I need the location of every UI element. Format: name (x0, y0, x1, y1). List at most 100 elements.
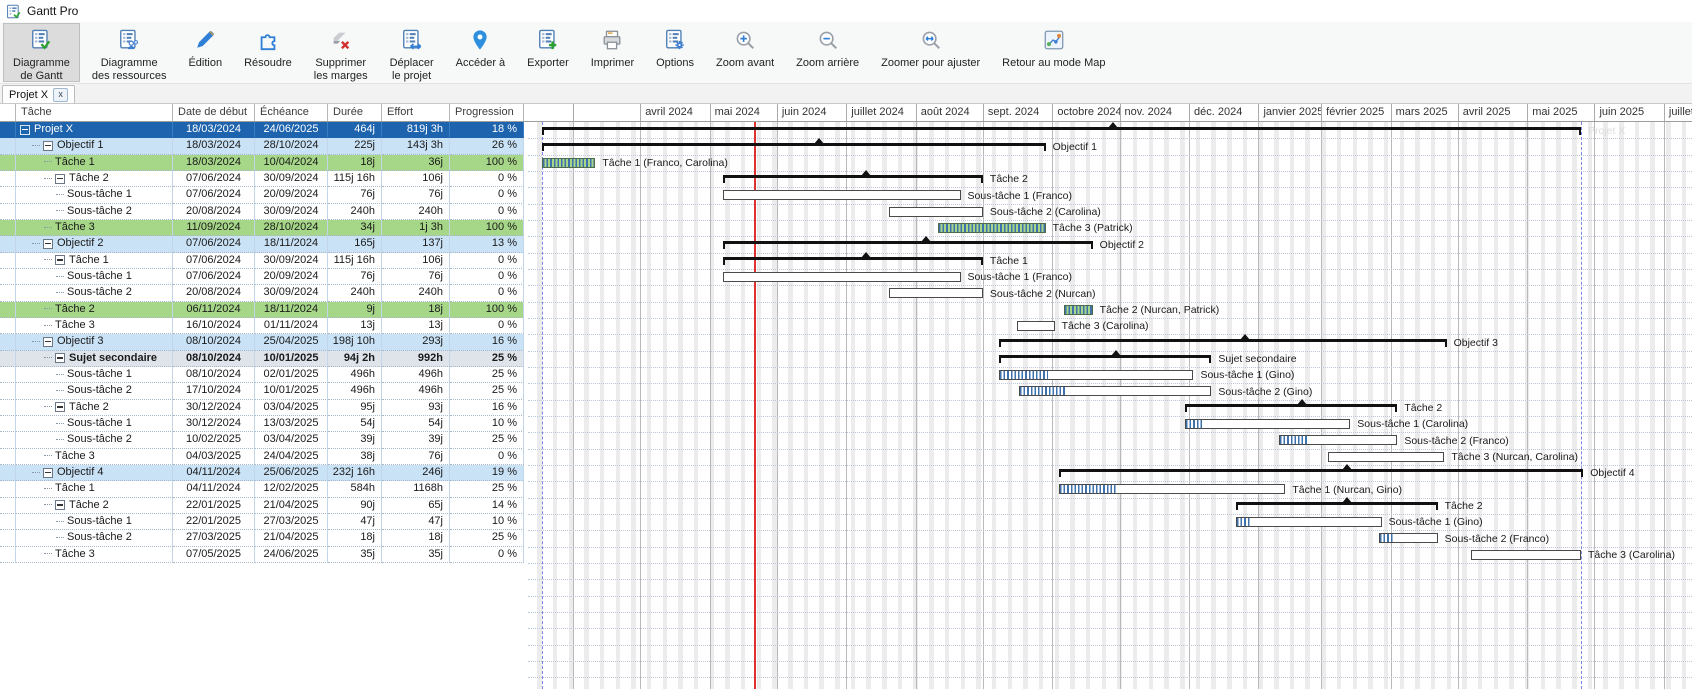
collapse-icon[interactable] (43, 337, 53, 347)
table-row[interactable]: Tâche 230/12/202403/04/202595j93j16 % (0, 400, 524, 416)
table-row[interactable]: Sous-tâche 220/08/202430/09/2024240h240h… (0, 285, 524, 301)
summary-bar[interactable] (542, 127, 1581, 139)
edition-button[interactable]: Édition (178, 23, 232, 82)
table-row[interactable]: Tâche 304/03/202524/04/202538j76j0 % (0, 449, 524, 465)
gantt-chart-area[interactable]: Projet XObjectif 1Tâche 1 (Franco, Carol… (528, 122, 1692, 689)
summary-bar[interactable] (542, 143, 1046, 155)
column-header--ch-ance[interactable]: Échéance (255, 104, 328, 121)
task-bar[interactable] (1279, 435, 1398, 445)
task-bar[interactable] (999, 370, 1194, 380)
table-row[interactable]: Tâche 316/10/202401/11/202413j13j0 % (0, 318, 524, 334)
diagramme-de-gantt-button[interactable]: Diagrammede Gantt (3, 23, 80, 82)
collapse-icon[interactable] (55, 500, 65, 510)
options-button[interactable]: Options (646, 23, 704, 82)
task-bar[interactable] (1019, 386, 1212, 396)
table-row[interactable]: Tâche 207/06/202430/09/2024115j 16h106j0… (0, 171, 524, 187)
column-header-progression[interactable]: Progression (450, 104, 524, 121)
task-progress-fill (1060, 485, 1116, 493)
table-row[interactable]: Sous-tâche 107/06/202420/09/202476j76j0 … (0, 187, 524, 203)
column-header-date-de-d-but[interactable]: Date de début (173, 104, 255, 121)
start-date-cell: 18/03/2024 (173, 138, 255, 154)
table-row[interactable]: Tâche 307/05/202524/06/202535j35j0 % (0, 547, 524, 563)
summary-bar[interactable] (1059, 469, 1583, 481)
table-row[interactable]: Objectif 118/03/202428/10/2024225j143j 3… (0, 138, 524, 154)
task-bar[interactable] (1328, 452, 1444, 462)
task-bar[interactable] (723, 190, 960, 200)
collapse-icon[interactable] (55, 402, 65, 412)
zoom-avant-button[interactable]: Zoom avant (706, 23, 784, 82)
task-bar[interactable] (1185, 419, 1351, 429)
tab-close-icon[interactable]: x (53, 88, 68, 102)
task-bar[interactable] (1059, 484, 1285, 494)
diagramme-ressources-button[interactable]: Diagrammedes ressources (82, 23, 177, 82)
summary-bar[interactable] (723, 175, 983, 187)
task-bar[interactable] (1379, 533, 1437, 543)
collapse-icon[interactable] (43, 239, 53, 249)
start-date-cell: 18/03/2024 (173, 155, 255, 171)
column-header-effort[interactable]: Effort (382, 104, 450, 121)
table-row[interactable]: Sujet secondaire08/10/202410/01/202594j … (0, 351, 524, 367)
bar-label: Tâche 1 (Franco, Carolina) (602, 156, 727, 172)
task-name: Objectif 2 (57, 236, 103, 251)
collapse-icon[interactable] (43, 141, 53, 151)
zoom-arriere-button[interactable]: Zoom arrière (786, 23, 869, 82)
retour-au-mode-map-button[interactable]: Retour au mode Map (992, 23, 1115, 82)
supprimer-les-marges-button[interactable]: Supprimerles marges (304, 23, 378, 82)
table-row[interactable]: Objectif 404/11/202425/06/2025232j 16h24… (0, 465, 524, 481)
task-bar[interactable] (1017, 321, 1055, 331)
end-date-cell: 30/09/2024 (255, 171, 328, 187)
progress-cell: 16 % (450, 400, 524, 416)
table-row[interactable]: Sous-tâche 217/10/202410/01/2025496h496h… (0, 383, 524, 399)
summary-bar[interactable] (723, 241, 1093, 253)
task-bar[interactable] (542, 158, 596, 168)
collapse-icon[interactable] (55, 174, 65, 184)
exporter-button[interactable]: Exporter (517, 23, 579, 82)
column-header-dur-e[interactable]: Durée (328, 104, 382, 121)
table-row[interactable]: Tâche 118/03/202410/04/202418j36j100 % (0, 155, 524, 171)
collapse-icon[interactable] (55, 353, 65, 363)
table-row[interactable]: Objectif 308/10/202425/04/2025198j 10h29… (0, 334, 524, 350)
weekend-band (1541, 122, 1545, 689)
collapse-icon[interactable] (43, 468, 53, 478)
task-bar[interactable] (1236, 517, 1382, 527)
table-row[interactable]: Sous-tâche 130/12/202413/03/202554j54j10… (0, 416, 524, 432)
summary-bar[interactable] (1236, 502, 1438, 514)
row-selector-header[interactable] (0, 104, 16, 121)
collapse-icon[interactable] (20, 125, 30, 135)
zoomer-pour-ajuster-button[interactable]: Zoomer pour ajuster (871, 23, 990, 82)
table-row[interactable]: Sous-tâche 220/08/202430/09/2024240h240h… (0, 204, 524, 220)
imprimer-button[interactable]: Imprimer (581, 23, 644, 82)
column-header-t-che[interactable]: Tâche (16, 104, 173, 121)
table-row[interactable]: Sous-tâche 227/03/202521/04/202518j18j25… (0, 530, 524, 546)
task-bar[interactable] (1064, 305, 1093, 315)
summary-bar[interactable] (999, 339, 1447, 351)
effort-cell: 496h (382, 367, 450, 383)
task-bar[interactable] (1471, 550, 1581, 560)
task-bar[interactable] (723, 272, 960, 282)
row-gridline (528, 677, 1692, 678)
task-bar[interactable] (889, 288, 983, 298)
table-row[interactable]: Objectif 207/06/202418/11/2024165j137j13… (0, 236, 524, 252)
acceder-a-button[interactable]: Accéder à (446, 23, 516, 82)
task-bar[interactable] (938, 223, 1046, 233)
table-row[interactable]: Tâche 107/06/202430/09/2024115j 16h106j0… (0, 253, 524, 269)
resoudre-button[interactable]: Résoudre (234, 23, 302, 82)
collapse-icon[interactable] (55, 255, 65, 265)
table-row[interactable]: Projet X18/03/202424/06/2025464j819j 3h1… (0, 122, 524, 138)
table-row[interactable]: Tâche 311/09/202428/10/202434j1j 3h100 % (0, 220, 524, 236)
table-row[interactable]: Sous-tâche 107/06/202420/09/202476j76j0 … (0, 269, 524, 285)
tab-projet-x[interactable]: Projet X x (2, 85, 75, 103)
task-bar[interactable] (889, 207, 983, 217)
table-row[interactable]: Tâche 104/11/202412/02/2025584h1168h25 % (0, 481, 524, 497)
summary-bar[interactable] (1185, 404, 1398, 416)
table-row[interactable]: Sous-tâche 122/01/202527/03/202547j47j10… (0, 514, 524, 530)
table-row[interactable]: Tâche 206/11/202418/11/20249j18j100 % (0, 302, 524, 318)
summary-bar[interactable] (723, 257, 983, 269)
deplacer-le-projet-button[interactable]: Déplacerle projet (380, 23, 444, 82)
tree-connector (56, 210, 64, 212)
summary-bar[interactable] (999, 355, 1212, 367)
table-row[interactable]: Sous-tâche 210/02/202503/04/202539j39j25… (0, 432, 524, 448)
table-row[interactable]: Tâche 222/01/202521/04/202590j65j14 % (0, 498, 524, 514)
table-row[interactable]: Sous-tâche 108/10/202402/01/2025496h496h… (0, 367, 524, 383)
bar-label: Tâche 2 (Nurcan, Patrick) (1100, 303, 1220, 319)
